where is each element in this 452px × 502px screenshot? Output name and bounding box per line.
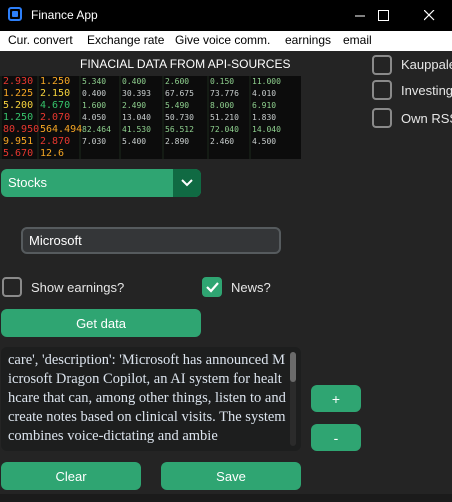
- ticker-value: 30.393: [122, 89, 151, 98]
- ticker-value: 56.512: [165, 125, 194, 134]
- page-title: FINACIAL DATA FROM API-SOURCES: [80, 57, 291, 71]
- ticker-value: 6.910: [252, 101, 276, 110]
- ticker-value: 12.6: [40, 148, 64, 159]
- ticker-value: 50.730: [165, 113, 194, 122]
- show-earnings-label: Show earnings?: [31, 280, 125, 295]
- checkmark-icon: [206, 282, 219, 293]
- ticker-value: 0.400: [122, 77, 146, 86]
- title-bar: Finance App: [0, 0, 452, 31]
- ticker-value: 564.494: [40, 124, 82, 135]
- investing-label: Investing: [401, 83, 452, 98]
- ticker-value: 80.950: [3, 124, 39, 135]
- news-checkbox[interactable]: [202, 277, 222, 297]
- own-rss-checkbox[interactable]: [372, 108, 392, 128]
- scrollbar-thumb[interactable]: [290, 352, 296, 382]
- window-title: Finance App: [31, 8, 98, 22]
- menu-item-earnings[interactable]: earnings: [285, 33, 331, 47]
- ticker-value: 2.070: [40, 112, 70, 123]
- ticker-value: 14.040: [252, 125, 281, 134]
- output-textbox[interactable]: care', 'description': 'Microsoft has ann…: [1, 347, 301, 451]
- own-rss-label: Own RSS: [401, 111, 452, 126]
- ticker-value: 7.030: [82, 137, 106, 146]
- ticker-value: 2.150: [40, 88, 70, 99]
- ticker-value: 2.490: [122, 101, 146, 110]
- ticker-value: 67.675: [165, 89, 194, 98]
- ticker-value: 5.400: [122, 137, 146, 146]
- ticker-value: 2.890: [165, 137, 189, 146]
- ticker-value: 5.670: [3, 148, 33, 159]
- search-input[interactable]: [21, 227, 281, 254]
- ticker-value: 5.200: [3, 100, 33, 111]
- ticker-value: 73.776: [210, 89, 239, 98]
- get-data-button[interactable]: Get data: [1, 309, 201, 337]
- ticker-value: 13.040: [122, 113, 151, 122]
- ticker-value: 1.250: [40, 76, 70, 87]
- ticker-value: 5.490: [165, 101, 189, 110]
- menu-item-exchange-rate[interactable]: Exchange rate: [87, 33, 164, 47]
- ticker-value: 51.210: [210, 113, 239, 122]
- investing-checkbox[interactable]: [372, 80, 392, 100]
- ticker-value: 5.340: [82, 77, 106, 86]
- save-button[interactable]: Save: [161, 462, 301, 490]
- ticker-value: 2.870: [40, 136, 70, 147]
- menu-item-cur-convert[interactable]: Cur. convert: [8, 33, 73, 47]
- menu-item-email[interactable]: email: [343, 33, 372, 47]
- ticker-value: 9.951: [3, 136, 33, 147]
- ticker-value: 1.600: [82, 101, 106, 110]
- ticker-value: 4.670: [40, 100, 70, 111]
- ticker-value: 1.250: [3, 112, 33, 123]
- kauppalehti-checkbox[interactable]: [372, 55, 392, 75]
- clear-button[interactable]: Clear: [1, 462, 141, 490]
- ticker-value: 4.500: [252, 137, 276, 146]
- ticker-value: 1.830: [252, 113, 276, 122]
- status-strip: [0, 494, 452, 502]
- menu-bar: Cur. convert Exchange rate Give voice co…: [0, 31, 452, 51]
- app-icon: [8, 7, 22, 21]
- ticker-value: 2.600: [165, 77, 189, 86]
- show-earnings-checkbox[interactable]: [2, 277, 22, 297]
- category-dropdown[interactable]: Stocks: [1, 169, 201, 197]
- kauppalehti-label: Kauppalehti: [401, 57, 452, 72]
- decrease-button[interactable]: -: [311, 424, 361, 451]
- ticker-value: 41.530: [122, 125, 151, 134]
- ticker-value: 0.400: [82, 89, 106, 98]
- ticker-value: 4.010: [252, 89, 276, 98]
- ticker-value: 4.050: [82, 113, 106, 122]
- close-button[interactable]: [406, 0, 452, 31]
- output-text: care', 'description': 'Microsoft has ann…: [8, 352, 286, 444]
- ticker-value: 0.150: [210, 77, 234, 86]
- increase-button[interactable]: +: [311, 385, 361, 412]
- menu-item-give-voice-comm[interactable]: Give voice comm.: [175, 33, 270, 47]
- ticker-value: 8.000: [210, 101, 234, 110]
- ticker-value: 2.930: [3, 76, 33, 87]
- news-label: News?: [231, 280, 271, 295]
- scrollbar[interactable]: [290, 352, 296, 446]
- dropdown-value: Stocks: [8, 175, 48, 190]
- ticker-value: 11.000: [252, 77, 281, 86]
- chevron-down-icon[interactable]: [173, 169, 201, 197]
- close-icon: [423, 10, 434, 21]
- ticker-value: 72.040: [210, 125, 239, 134]
- stock-ticker-graphic: 2.930 1.250 5.340 0.400 2.600 0.150 11.000 1.22…: [0, 76, 281, 159]
- stock-ticker-image: 2.930 1.250 5.340 0.400 2.600 0.150 11.000 1.22…: [0, 76, 301, 159]
- ticker-value: 82.464: [82, 125, 111, 134]
- maximize-icon: [377, 10, 389, 21]
- ticker-value: 1.225: [3, 88, 33, 99]
- ticker-value: 2.460: [210, 137, 234, 146]
- maximize-button[interactable]: [360, 0, 406, 31]
